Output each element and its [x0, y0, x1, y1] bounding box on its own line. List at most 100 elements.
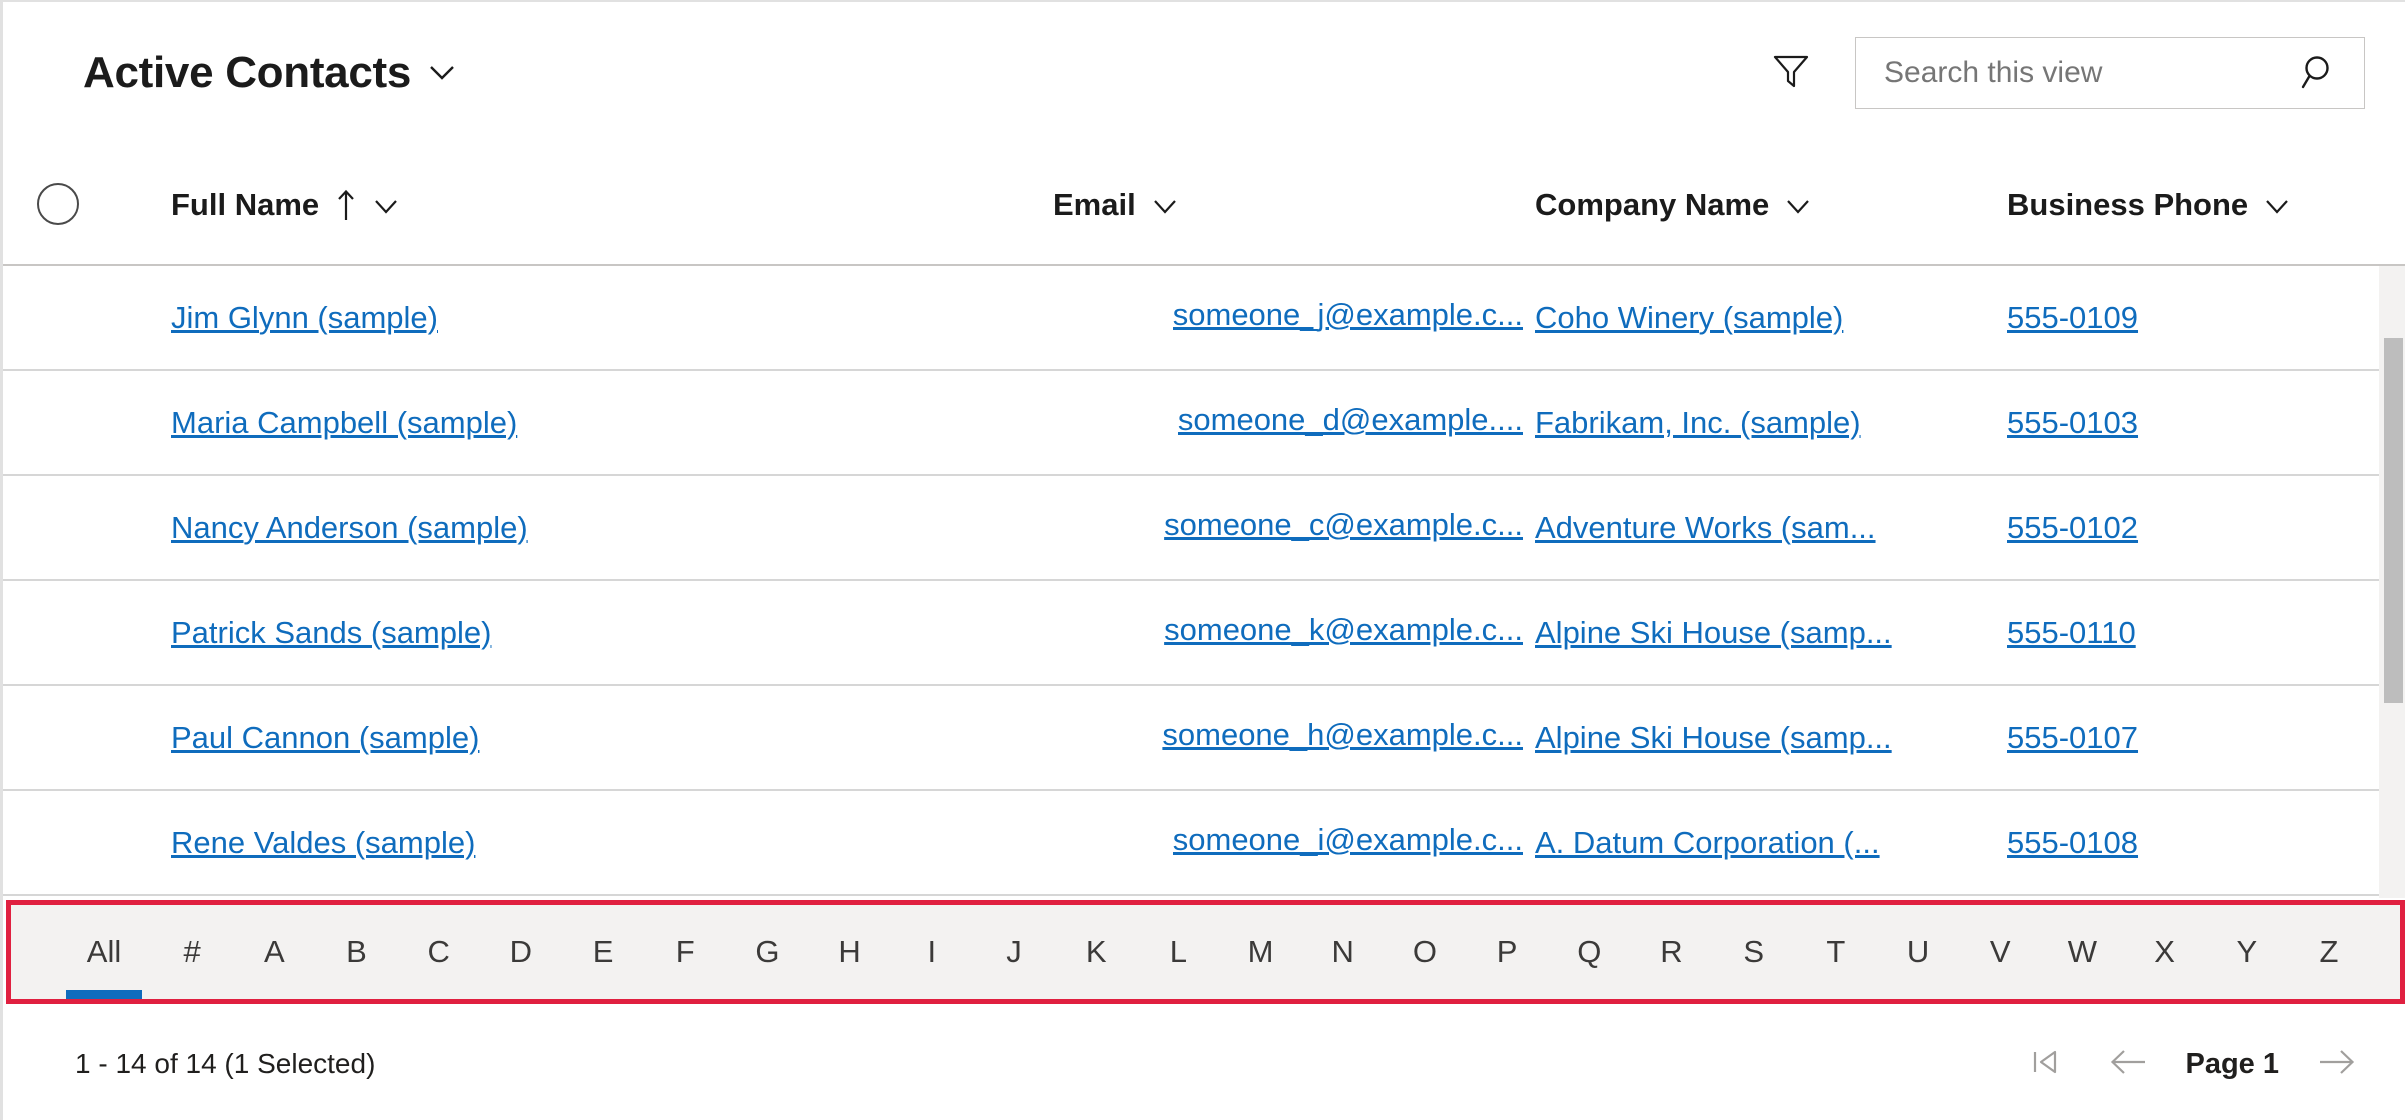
email-link[interactable]: someone_c@example.c...: [1164, 507, 1523, 543]
full-name-link[interactable]: Maria Campbell (sample): [171, 405, 1053, 441]
alphabet-filter-item-h[interactable]: H: [809, 905, 891, 999]
select-all-cell[interactable]: [3, 183, 113, 225]
alphabet-filter-item-p[interactable]: P: [1466, 905, 1548, 999]
search-box[interactable]: [1855, 37, 2365, 109]
alphabet-filter-bar[interactable]: All # A B C D E F G H I J K L M N O P Q R S T U V W X Y Z: [6, 900, 2405, 1004]
next-page-button[interactable]: [2313, 1040, 2361, 1088]
column-header-full-name[interactable]: Full Name: [113, 189, 1053, 220]
vertical-scrollbar[interactable]: [2379, 266, 2405, 898]
phone-link[interactable]: 555-0107: [2007, 720, 2405, 756]
alphabet-filter-item-y[interactable]: Y: [2206, 905, 2288, 999]
grid-body: Jim Glynn (sample) someone_j@example.c..…: [3, 266, 2405, 898]
phone-link[interactable]: 555-0102: [2007, 510, 2405, 546]
phone-link[interactable]: 555-0108: [2007, 825, 2405, 861]
alphabet-filter-item-x[interactable]: X: [2124, 905, 2206, 999]
alphabet-filter-item-d[interactable]: D: [480, 905, 562, 999]
company-link[interactable]: Fabrikam, Inc. (sample): [1535, 405, 1935, 441]
company-link[interactable]: A. Datum Corporation (...: [1535, 825, 1935, 861]
cell-business-phone: 555-0108: [1993, 825, 2405, 861]
filter-button[interactable]: [1765, 47, 1817, 99]
chevron-down-icon[interactable]: [1152, 191, 1178, 217]
chevron-down-icon[interactable]: [427, 57, 457, 87]
view-tools: [1765, 37, 2365, 109]
cell-full-name: Jim Glynn (sample): [113, 300, 1053, 336]
full-name-link[interactable]: Paul Cannon (sample): [171, 720, 1053, 756]
cell-email: someone_k@example.c...: [1053, 612, 1523, 653]
alphabet-filter-item-u[interactable]: U: [1877, 905, 1959, 999]
alphabet-filter-item-all[interactable]: All: [57, 905, 151, 999]
alphabet-filter-item-o[interactable]: O: [1384, 905, 1466, 999]
first-page-button[interactable]: [2022, 1040, 2070, 1088]
alphabet-filter-item-b[interactable]: B: [315, 905, 397, 999]
page-number-label: Page 1: [2185, 1047, 2280, 1080]
email-link[interactable]: someone_i@example.c...: [1173, 822, 1523, 858]
alphabet-filter-item-s[interactable]: S: [1713, 905, 1795, 999]
alphabet-filter-item-k[interactable]: K: [1055, 905, 1137, 999]
chevron-down-icon[interactable]: [2264, 191, 2290, 217]
cell-business-phone: 555-0103: [1993, 405, 2405, 441]
phone-link[interactable]: 555-0103: [2007, 405, 2405, 441]
arrow-up-icon[interactable]: [335, 189, 357, 220]
scrollbar-thumb[interactable]: [2384, 338, 2403, 703]
alphabet-filter-item-m[interactable]: M: [1219, 905, 1301, 999]
alphabet-filter-item-f[interactable]: F: [644, 905, 726, 999]
cell-email: someone_d@example....: [1053, 402, 1523, 443]
alphabet-filter-item-w[interactable]: W: [2041, 905, 2123, 999]
email-link[interactable]: someone_j@example.c...: [1173, 297, 1523, 333]
alphabet-filter-item-q[interactable]: Q: [1548, 905, 1630, 999]
alphabet-filter-item-hash[interactable]: #: [151, 905, 233, 999]
column-header-company-name[interactable]: Company Name: [1523, 189, 1993, 220]
column-header-business-phone[interactable]: Business Phone: [1993, 189, 2405, 220]
column-header-label: Email: [1053, 186, 1136, 222]
full-name-link[interactable]: Nancy Anderson (sample): [171, 510, 1053, 546]
email-link[interactable]: someone_h@example.c...: [1162, 717, 1523, 753]
alphabet-filter-item-t[interactable]: T: [1795, 905, 1877, 999]
alphabet-filter-item-a[interactable]: A: [233, 905, 315, 999]
cell-business-phone: 555-0109: [1993, 300, 2405, 336]
cell-business-phone: 555-0110: [1993, 615, 2405, 651]
phone-link[interactable]: 555-0109: [2007, 300, 2405, 336]
company-link[interactable]: Alpine Ski House (samp...: [1535, 615, 1935, 651]
table-row[interactable]: Maria Campbell (sample) someone_d@exampl…: [3, 371, 2405, 476]
alphabet-filter-item-i[interactable]: I: [891, 905, 973, 999]
alphabet-filter-item-l[interactable]: L: [1137, 905, 1219, 999]
table-row[interactable]: Jim Glynn (sample) someone_j@example.c..…: [3, 266, 2405, 371]
chevron-down-icon[interactable]: [373, 191, 399, 217]
column-header-email[interactable]: Email: [1053, 189, 1523, 220]
alphabet-filter-item-n[interactable]: N: [1302, 905, 1384, 999]
company-link[interactable]: Adventure Works (sam...: [1535, 510, 1935, 546]
search-icon[interactable]: [2300, 52, 2342, 94]
company-link[interactable]: Alpine Ski House (samp...: [1535, 720, 1935, 756]
cell-email: someone_j@example.c...: [1053, 297, 1523, 338]
full-name-link[interactable]: Jim Glynn (sample): [171, 300, 1053, 336]
phone-link[interactable]: 555-0110: [2007, 615, 2405, 651]
table-row[interactable]: Nancy Anderson (sample) someone_c@exampl…: [3, 476, 2405, 581]
chevron-down-icon[interactable]: [1785, 191, 1811, 217]
cell-full-name: Paul Cannon (sample): [113, 720, 1053, 756]
alphabet-filter-item-e[interactable]: E: [562, 905, 644, 999]
arrow-left-icon: [2105, 1040, 2151, 1089]
cell-email: someone_h@example.c...: [1053, 717, 1523, 758]
table-row[interactable]: Paul Cannon (sample) someone_h@example.c…: [3, 686, 2405, 791]
email-link[interactable]: someone_d@example....: [1178, 402, 1523, 438]
view-selector[interactable]: Active Contacts: [83, 51, 457, 95]
previous-page-button[interactable]: [2104, 1040, 2152, 1088]
alphabet-filter-item-z[interactable]: Z: [2288, 905, 2370, 999]
full-name-link[interactable]: Patrick Sands (sample): [171, 615, 1053, 651]
view-command-bar: Active Contacts: [3, 2, 2405, 144]
table-row[interactable]: Patrick Sands (sample) someone_k@example…: [3, 581, 2405, 686]
search-input[interactable]: [1884, 56, 2300, 90]
alphabet-filter-item-r[interactable]: R: [1630, 905, 1712, 999]
table-row[interactable]: Rene Valdes (sample) someone_i@example.c…: [3, 791, 2405, 896]
company-link[interactable]: Coho Winery (sample): [1535, 300, 1935, 336]
radio-unchecked-icon[interactable]: [37, 183, 79, 225]
email-link[interactable]: someone_k@example.c...: [1164, 612, 1523, 648]
page-title: Active Contacts: [83, 48, 412, 97]
alphabet-filter-item-g[interactable]: G: [726, 905, 808, 999]
cell-full-name: Nancy Anderson (sample): [113, 510, 1053, 546]
alphabet-filter-item-j[interactable]: J: [973, 905, 1055, 999]
alphabet-filter-item-c[interactable]: C: [398, 905, 480, 999]
full-name-link[interactable]: Rene Valdes (sample): [171, 825, 1053, 861]
alphabet-filter-item-v[interactable]: V: [1959, 905, 2041, 999]
filter-funnel-icon: [1769, 49, 1813, 98]
